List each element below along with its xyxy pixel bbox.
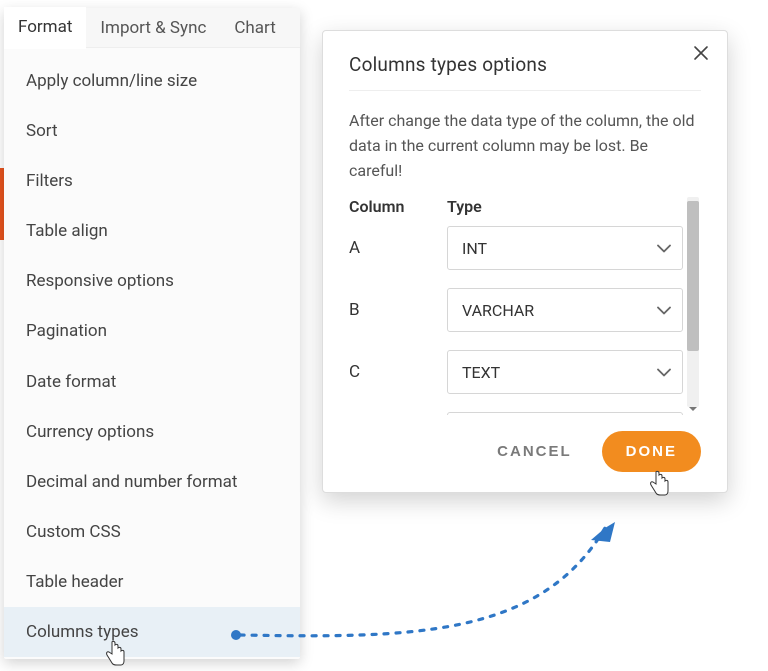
format-menu-panel: Format Import & Sync Chart Apply column/… (4, 8, 300, 659)
tab-label: Import & Sync (100, 18, 206, 38)
columns-list-area: Column Type A INT B VARCHAR (349, 197, 701, 415)
menu-item-label: Filters (26, 171, 73, 191)
column-type-select[interactable]: VARCHAR (447, 288, 683, 332)
column-type-select[interactable]: TEXT (447, 412, 683, 415)
column-row: C TEXT (349, 350, 683, 394)
menu-item-label: Apply column/line size (26, 71, 197, 91)
dialog-close-button[interactable] (687, 41, 715, 69)
select-value: VARCHAR (462, 301, 534, 320)
scrollbar-thumb[interactable] (687, 201, 699, 351)
menu-item-custom-css[interactable]: Custom CSS (4, 507, 300, 557)
menu-item-label: Sort (26, 121, 58, 141)
menu-item-table-align[interactable]: Table align (4, 206, 300, 256)
dialog-actions: CANCEL DONE (349, 431, 701, 472)
menu-item-currency-options[interactable]: Currency options (4, 407, 300, 457)
header-type-label: Type (447, 197, 683, 216)
menu-item-table-header[interactable]: Table header (4, 557, 300, 607)
menu-item-columns-types[interactable]: Columns types (4, 607, 300, 657)
menu-item-sort[interactable]: Sort (4, 106, 300, 156)
close-icon (693, 45, 709, 65)
columns-types-dialog: Columns types options After change the d… (322, 30, 728, 493)
menu-item-date-format[interactable]: Date format (4, 357, 300, 407)
column-row: B VARCHAR (349, 288, 683, 332)
select-value: TEXT (462, 363, 500, 382)
menu-item-pagination[interactable]: Pagination (4, 306, 300, 356)
columns-header-row: Column Type (349, 197, 683, 216)
tab-strip: Format Import & Sync Chart (4, 8, 300, 48)
tab-format[interactable]: Format (4, 7, 86, 49)
header-column-label: Column (349, 197, 447, 216)
menu-item-decimal-number-format[interactable]: Decimal and number format (4, 457, 300, 507)
menu-item-label: Table header (26, 572, 123, 592)
dialog-warning-text: After change the data type of the column… (349, 109, 701, 183)
menu-item-label: Pagination (26, 321, 107, 341)
menu-item-responsive-options[interactable]: Responsive options (4, 256, 300, 306)
menu-item-filters[interactable]: Filters (4, 156, 300, 206)
tab-import-sync[interactable]: Import & Sync (86, 8, 220, 48)
column-row: A INT (349, 226, 683, 270)
column-name: B (349, 300, 447, 320)
column-name: A (349, 238, 447, 258)
menu-item-label: Decimal and number format (26, 472, 237, 492)
select-value: INT (462, 239, 487, 258)
menu-item-apply-column-line-size[interactable]: Apply column/line size (4, 56, 300, 106)
menu-item-label: Date format (26, 372, 116, 392)
done-button[interactable]: DONE (602, 431, 701, 472)
menu-item-label: Currency options (26, 422, 154, 442)
column-name: C (349, 362, 447, 382)
menu-item-label: Columns types (26, 622, 139, 642)
column-row: D TEXT (349, 412, 683, 415)
format-menu-items: Apply column/line size Sort Filters Tabl… (4, 48, 300, 659)
scrollbar-down-arrow-icon[interactable] (687, 403, 699, 415)
cancel-button[interactable]: CANCEL (491, 442, 578, 461)
menu-item-label: Table align (26, 221, 108, 241)
column-type-select[interactable]: INT (447, 226, 683, 270)
column-type-select[interactable]: TEXT (447, 350, 683, 394)
menu-item-label: Custom CSS (26, 522, 121, 542)
button-label: CANCEL (497, 443, 572, 460)
tab-label: Chart (234, 18, 275, 38)
button-label: DONE (626, 443, 677, 460)
menu-item-label: Responsive options (26, 271, 174, 291)
tab-chart[interactable]: Chart (220, 8, 289, 48)
dialog-title: Columns types options (349, 53, 701, 91)
tab-label: Format (18, 17, 72, 37)
